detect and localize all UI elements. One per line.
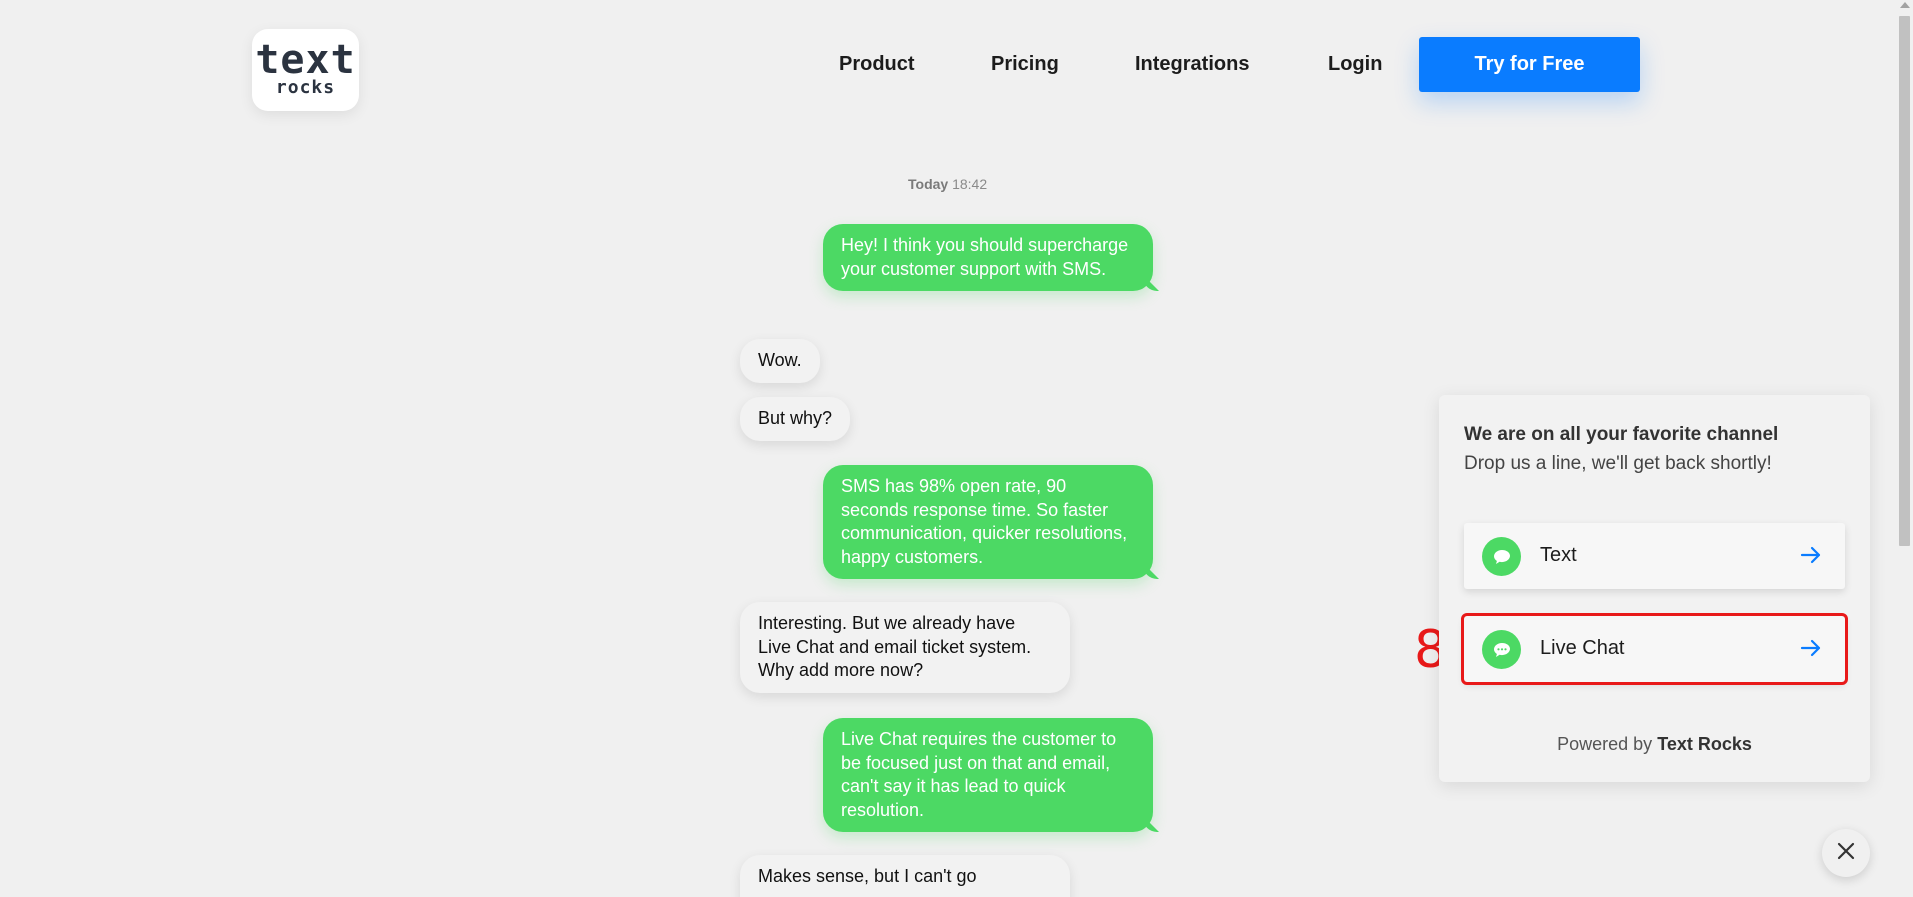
powered-prefix: Powered by: [1557, 734, 1653, 754]
nav-integrations[interactable]: Integrations: [1135, 52, 1249, 76]
contact-widget: We are on all your favorite channel Drop…: [1439, 395, 1870, 782]
channel-text-label: Text: [1540, 544, 1577, 566]
nav-product[interactable]: Product: [839, 52, 915, 76]
try-for-free-button[interactable]: Try for Free: [1419, 37, 1640, 92]
arrow-right-icon: [1799, 543, 1823, 572]
timestamp-time: 18:42: [952, 176, 988, 192]
powered-by: Powered by Text Rocks: [1439, 734, 1870, 755]
widget-subtitle: Drop us a line, we'll get back shortly!: [1464, 453, 1772, 474]
scroll-up-arrow-icon[interactable]: [1900, 2, 1910, 8]
close-widget-button[interactable]: [1822, 829, 1870, 877]
channel-text-button[interactable]: Text: [1464, 523, 1845, 589]
chat-dots-icon: [1482, 630, 1521, 669]
powered-brand[interactable]: Text Rocks: [1657, 734, 1752, 754]
close-icon: [1837, 842, 1855, 865]
chat-timestamp: Today 18:42: [908, 176, 987, 192]
message-incoming: Wow.: [740, 339, 820, 383]
logo-line1: text: [255, 37, 356, 83]
channel-live-chat-label: Live Chat: [1540, 637, 1625, 659]
message-incoming: But why?: [740, 397, 851, 441]
timestamp-day: Today: [908, 176, 949, 192]
message-outgoing: Live Chat requires the customer to be fo…: [823, 718, 1153, 832]
message-outgoing: SMS has 98% open rate, 90 seconds respon…: [823, 465, 1153, 579]
logo-line2: rocks: [275, 77, 336, 98]
message-incoming: Interesting. But we already have Live Ch…: [740, 602, 1070, 693]
nav-login[interactable]: Login: [1328, 52, 1382, 76]
vertical-scrollbar[interactable]: [1896, 0, 1913, 897]
widget-title: We are on all your favorite channel: [1464, 424, 1779, 445]
arrow-right-icon: [1799, 636, 1823, 665]
nav-pricing[interactable]: Pricing: [991, 52, 1059, 76]
message-incoming: Makes sense, but I can't go: [740, 855, 1070, 897]
scroll-thumb[interactable]: [1899, 16, 1910, 546]
text-rocks-logo[interactable]: text rocks: [252, 29, 359, 111]
channel-live-chat-button[interactable]: Live Chat: [1461, 613, 1848, 685]
message-outgoing: Hey! I think you should supercharge your…: [823, 224, 1153, 291]
chat-bubble-icon: [1482, 537, 1521, 576]
page: text rocks Product Pricing Integrations …: [0, 0, 1913, 897]
